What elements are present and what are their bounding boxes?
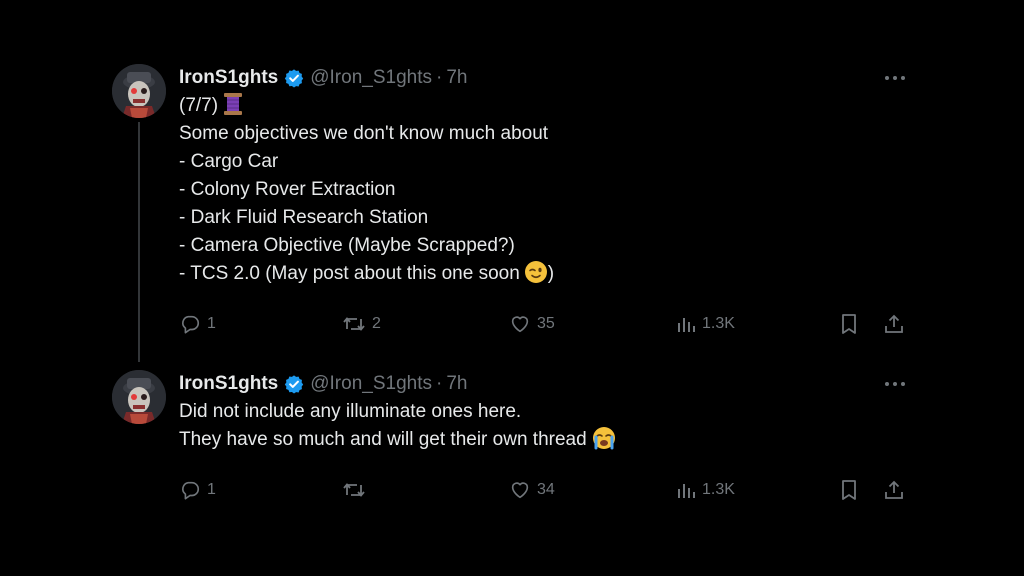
bookmark-button[interactable]	[839, 476, 859, 504]
heart-icon	[509, 313, 531, 335]
loudly-crying-face-emoji	[591, 426, 617, 459]
repost-icon	[342, 313, 366, 335]
share-button[interactable]	[883, 310, 905, 338]
reply-count: 1	[207, 481, 216, 498]
tweet-line: - Cargo Car	[179, 151, 279, 172]
views-button[interactable]: 1.3K	[676, 476, 735, 504]
tweet-actions: 1 34 1.3K	[179, 476, 909, 504]
author-handle[interactable]: @Iron_S1ghts	[310, 67, 432, 89]
separator-dot: ·	[435, 373, 443, 394]
heart-icon	[509, 479, 531, 501]
bookmark-icon	[839, 479, 859, 501]
tweet-text: (7/7) Some objectives we don't know much…	[179, 92, 909, 288]
tweet-line: - Colony Rover Extraction	[179, 179, 396, 200]
repost-button[interactable]	[342, 476, 372, 504]
separator-dot: ·	[435, 67, 443, 88]
verified-badge-icon	[284, 374, 304, 394]
reply-button[interactable]: 1	[179, 310, 216, 338]
tweet-line: - Dark Fluid Research Station	[179, 207, 429, 228]
more-horizontal-icon[interactable]	[881, 374, 909, 394]
avatar[interactable]	[112, 64, 166, 118]
tweet-line: They have so much and will get their own…	[179, 426, 909, 454]
view-count: 1.3K	[702, 481, 735, 498]
reply-icon	[179, 313, 201, 335]
views-icon	[676, 480, 696, 500]
share-button[interactable]	[883, 476, 905, 504]
views-icon	[676, 314, 696, 334]
share-icon	[883, 313, 905, 335]
tweet-header: IronS1ghts @Iron_S1ghts · 7h	[179, 64, 909, 92]
repost-count: 2	[372, 315, 381, 332]
author-name[interactable]: IronS1ghts	[179, 373, 278, 395]
timestamp[interactable]: 7h	[446, 67, 467, 89]
tweet-line: (7/7)	[179, 92, 909, 120]
repost-icon	[342, 479, 366, 501]
bookmark-icon	[839, 313, 859, 335]
verified-badge-icon	[284, 68, 304, 88]
timestamp[interactable]: 7h	[446, 373, 467, 395]
share-icon	[883, 479, 905, 501]
reply-icon	[179, 479, 201, 501]
bookmark-button[interactable]	[839, 310, 859, 338]
reply-button[interactable]: 1	[179, 476, 216, 504]
tweet-text: Did not include any illuminate ones here…	[179, 398, 909, 454]
avatar[interactable]	[112, 370, 166, 424]
view-count: 1.3K	[702, 315, 735, 332]
views-button[interactable]: 1.3K	[676, 310, 735, 338]
tweet-line: - Camera Objective (Maybe Scrapped?)	[179, 235, 515, 256]
like-count: 34	[537, 481, 555, 498]
like-count: 35	[537, 315, 555, 332]
like-button[interactable]: 34	[509, 476, 555, 504]
more-horizontal-icon[interactable]	[881, 68, 909, 88]
author-handle[interactable]: @Iron_S1ghts	[310, 373, 432, 395]
reply-count: 1	[207, 315, 216, 332]
tweet-line: Some objectives we don't know much about	[179, 123, 549, 144]
tweet-actions: 1 2 35 1.3K	[179, 310, 909, 338]
winking-face-emoji	[524, 260, 548, 293]
thread-connector-line	[138, 122, 140, 362]
author-name[interactable]: IronS1ghts	[179, 67, 278, 89]
tweet-line: - TCS 2.0 (May post about this one soon)	[179, 260, 909, 288]
repost-button[interactable]: 2	[342, 310, 381, 338]
tweet-header: IronS1ghts @Iron_S1ghts · 7h	[179, 370, 909, 398]
tweet-line: Did not include any illuminate ones here…	[179, 401, 522, 422]
like-button[interactable]: 35	[509, 310, 555, 338]
